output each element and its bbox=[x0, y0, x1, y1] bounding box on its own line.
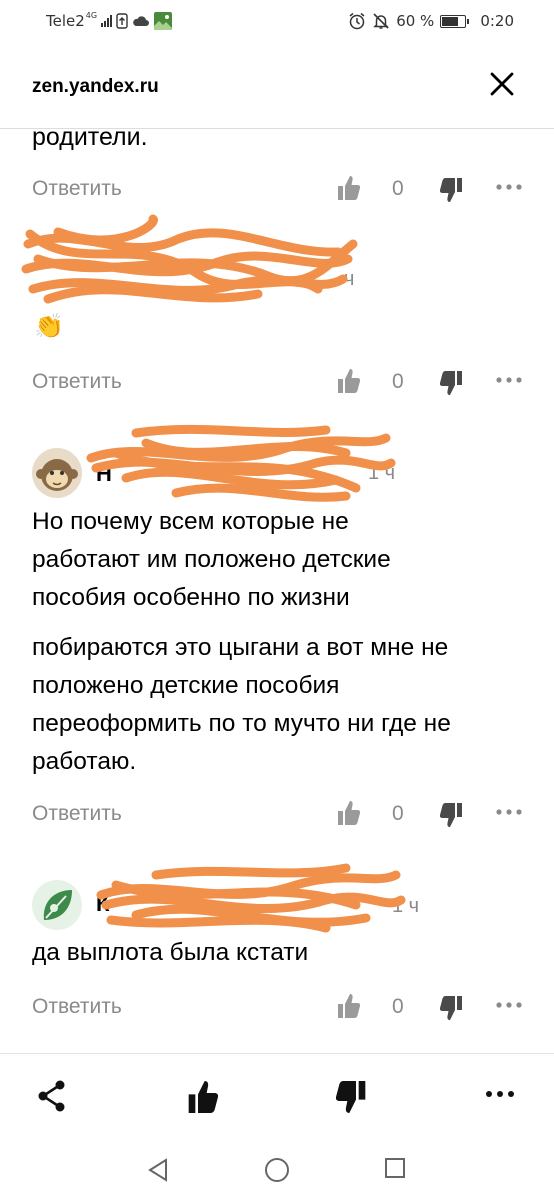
comment-1-actions: Ответить 0 bbox=[0, 171, 554, 211]
comments-list[interactable]: родители. Ответить 0 ч 👏 Ответить 0 Н 1 … bbox=[0, 128, 554, 1053]
avatar[interactable] bbox=[32, 448, 82, 498]
clock: 0:20 bbox=[480, 12, 514, 30]
thumbs-down-icon[interactable] bbox=[440, 800, 464, 830]
reply-button[interactable]: Ответить bbox=[32, 995, 122, 1019]
more-icon[interactable] bbox=[494, 368, 524, 392]
more-icon[interactable] bbox=[494, 175, 524, 199]
like-count: 0 bbox=[392, 802, 404, 825]
more-icon[interactable] bbox=[484, 1086, 516, 1102]
comment-text-line: работаю. bbox=[32, 748, 137, 775]
bell-muted-icon bbox=[373, 13, 390, 29]
reply-button[interactable]: Ответить bbox=[32, 370, 122, 394]
comment-text-line: переоформить по то мучто ни где не bbox=[32, 710, 451, 737]
comment-text-line: работают им положено детские bbox=[32, 546, 391, 573]
thumbs-up-icon[interactable] bbox=[336, 798, 360, 828]
cloud-icon bbox=[133, 16, 150, 26]
share-icon[interactable] bbox=[36, 1078, 68, 1114]
status-bar-right: 60 % 0:20 bbox=[348, 12, 514, 30]
status-bar-left: Tele2 4G bbox=[46, 10, 173, 30]
recent-apps-icon[interactable] bbox=[384, 1157, 406, 1179]
thumbs-up-icon[interactable] bbox=[336, 366, 360, 396]
leaf-avatar-icon bbox=[32, 880, 82, 930]
back-icon[interactable] bbox=[146, 1157, 170, 1183]
comment-2-actions: Ответить 0 bbox=[0, 364, 554, 404]
reply-button[interactable]: Ответить bbox=[32, 802, 122, 826]
thumbs-up-icon[interactable] bbox=[336, 173, 360, 203]
comment-text-line: побираются это цыгани а вот мне не bbox=[32, 634, 449, 661]
carrier-name: Tele2 bbox=[46, 12, 85, 30]
comment-text-line: родители. bbox=[32, 128, 148, 151]
avatar[interactable] bbox=[32, 880, 82, 930]
home-icon[interactable] bbox=[264, 1157, 290, 1183]
photo-app-icon bbox=[154, 12, 173, 30]
page-domain: zen.yandex.ru bbox=[32, 76, 159, 97]
bottom-action-bar bbox=[0, 1053, 554, 1142]
signal-icon bbox=[101, 15, 113, 27]
comment-3-actions: Ответить 0 bbox=[0, 796, 554, 836]
browser-top-bar: zen.yandex.ru bbox=[0, 44, 554, 129]
comment-4-text: да выплота была кстати bbox=[32, 934, 308, 972]
comment-4-actions: Ответить 0 bbox=[0, 989, 554, 1029]
monkey-avatar-icon bbox=[32, 448, 82, 498]
comment-emoji: 👏 bbox=[34, 313, 64, 340]
status-bar: Tele2 4G 60 % 0:20 bbox=[0, 0, 554, 44]
like-count: 0 bbox=[392, 370, 404, 393]
thumbs-up-icon[interactable] bbox=[186, 1078, 218, 1116]
comment-1-text: родители. bbox=[32, 128, 148, 156]
thumbs-down-icon[interactable] bbox=[440, 175, 464, 205]
more-icon[interactable] bbox=[494, 993, 524, 1017]
like-count: 0 bbox=[392, 995, 404, 1018]
close-icon[interactable] bbox=[488, 70, 516, 98]
thumbs-down-icon[interactable] bbox=[440, 368, 464, 398]
redaction-scribble bbox=[21, 214, 358, 304]
battery-percent: 60 % bbox=[396, 12, 435, 30]
comment-text-line: да выплота была кстати bbox=[32, 939, 309, 966]
like-count: 0 bbox=[392, 177, 404, 200]
thumbs-down-icon[interactable] bbox=[440, 993, 464, 1023]
network-type: 4G bbox=[85, 10, 98, 20]
comment-text-line: пособия особенно по жизни bbox=[32, 584, 350, 611]
thumbs-down-icon[interactable] bbox=[336, 1078, 368, 1116]
alarm-icon bbox=[349, 12, 365, 30]
more-icon[interactable] bbox=[494, 800, 524, 824]
redaction-scribble bbox=[86, 424, 396, 502]
comment-3-text: Но почему всем которые не работают им по… bbox=[32, 503, 451, 781]
comment-text-line: Но почему всем которые не bbox=[32, 508, 349, 535]
redaction-scribble bbox=[96, 863, 406, 933]
thumbs-up-icon[interactable] bbox=[336, 991, 360, 1021]
system-navigation-bar bbox=[0, 1141, 554, 1200]
upload-icon bbox=[116, 13, 128, 29]
reply-button[interactable]: Ответить bbox=[32, 177, 122, 201]
comment-text-line: положено детские пособия bbox=[32, 672, 340, 699]
battery-icon bbox=[440, 14, 470, 28]
